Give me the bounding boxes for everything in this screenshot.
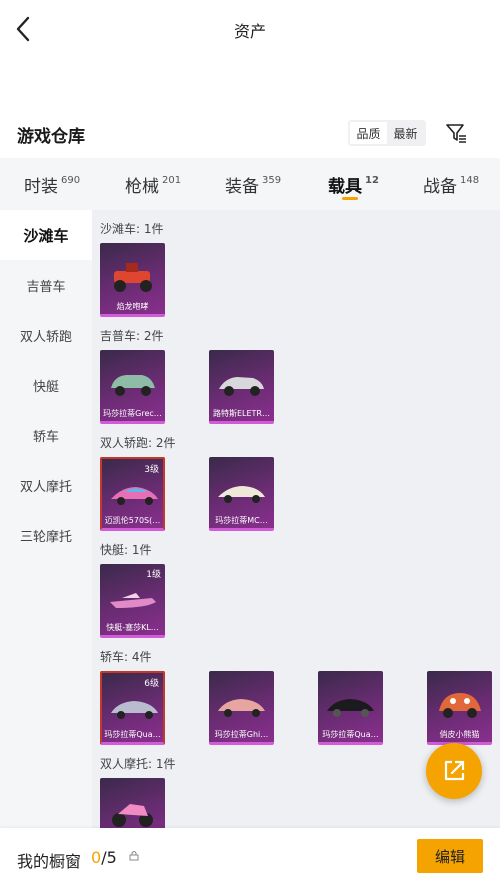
filter-icon[interactable]: [444, 121, 468, 145]
tab-count: 201: [162, 175, 182, 187]
page-title: 资产: [233, 22, 266, 41]
tab-label: 载具: [328, 177, 362, 197]
share-icon: [444, 760, 465, 781]
vehicle-name: 玛莎拉蒂Grec…: [103, 409, 162, 418]
beetle-car-icon: [439, 693, 481, 718]
sedan-icon: [111, 701, 158, 719]
vehicle-name: 玛莎拉蒂Ghi…: [214, 730, 269, 739]
vehicle-name: 玛莎拉蒂Qua…: [104, 730, 161, 739]
tab-count: 12: [365, 175, 379, 187]
edit-button[interactable]: 编辑: [417, 839, 483, 873]
sidebar-item-jeep[interactable]: 吉普车: [0, 260, 92, 310]
vehicle-name: 俏皮小熊猫: [439, 730, 480, 739]
tab-label: 装备: [225, 177, 259, 197]
showcase-count-total: /5: [101, 848, 117, 867]
tab-vehicles[interactable]: 载具 12: [328, 172, 379, 197]
tab-label: 时装: [24, 177, 58, 197]
sidebar-item-trike[interactable]: 三轮摩托: [0, 510, 92, 560]
warehouse-title: 游戏仓库: [17, 127, 85, 147]
sidebar-item-beach-buggy[interactable]: 沙滩车: [0, 210, 92, 260]
lock-icon: [129, 850, 139, 864]
sort-toggle: 品质 最新: [348, 120, 426, 146]
showcase-count-current: 0: [91, 848, 102, 867]
vehicle-card[interactable]: 俏皮小熊猫: [427, 671, 492, 745]
speedboat-icon: [110, 593, 156, 608]
tab-weapons[interactable]: 枪械 201: [125, 172, 181, 197]
tab-count: 148: [460, 175, 480, 187]
vehicle-card[interactable]: 玛莎拉蒂Ghi…: [209, 671, 274, 745]
vehicle-card[interactable]: 路特斯ELETR…: [209, 350, 274, 424]
tab-fashion[interactable]: 时装 690: [24, 172, 80, 197]
vehicle-name: 迈凯伦570S(…: [104, 516, 161, 525]
sedan-icon: [327, 699, 374, 717]
vehicle-type-sidebar: 沙滩车 吉普车 双人轿跑 快艇 轿车 双人摩托 三轮摩托: [0, 210, 92, 830]
vehicle-card[interactable]: 玛莎拉蒂MC…: [209, 457, 274, 531]
vehicle-name: 玛莎拉蒂Qua…: [322, 730, 379, 739]
motorbike-icon: [112, 804, 153, 827]
vehicle-card[interactable]: 焰龙咆哮: [100, 243, 165, 317]
sidebar-item-two-seat-motorbike[interactable]: 双人摩托: [0, 460, 92, 510]
bottom-bar: 我的橱窗 0/5 编辑: [0, 828, 500, 885]
vehicle-list: 沙滩车: 1件 焰龙咆哮 吉普车: 2件 玛莎拉蒂Grec… 路特斯ELETR……: [92, 210, 500, 830]
section-label: 双人摩托: 1件: [100, 757, 176, 771]
tab-label: 枪械: [125, 177, 159, 197]
category-tabs: 时装 690 枪械 201 装备 359 载具 12 战备 148: [0, 158, 500, 210]
showcase-count: 0/5: [91, 848, 117, 867]
section-label: 双人轿跑: 2件: [100, 436, 176, 450]
sort-quality-button[interactable]: 品质: [350, 122, 387, 144]
sedan-icon: [218, 699, 265, 717]
tab-count: 690: [61, 175, 81, 187]
vehicle-card[interactable]: 1级 快艇-塞莎KL…: [100, 564, 165, 638]
vehicle-name: 快艇-塞莎KL…: [106, 623, 159, 632]
tab-equipment[interactable]: 装备 359: [225, 172, 281, 197]
share-fab-button[interactable]: [426, 743, 482, 799]
vehicle-card[interactable]: 玛莎拉蒂Qua…: [318, 671, 383, 745]
sidebar-item-coupe[interactable]: 双人轿跑: [0, 310, 92, 360]
vehicle-card[interactable]: 6级 玛莎拉蒂Qua…: [100, 671, 165, 745]
section-label: 沙滩车: 1件: [100, 222, 164, 236]
vehicle-level: 1级: [146, 570, 161, 580]
vehicle-level: 3级: [144, 465, 159, 475]
sidebar-item-speedboat[interactable]: 快艇: [0, 360, 92, 410]
tab-combat-gear[interactable]: 战备 148: [423, 172, 479, 197]
section-label: 吉普车: 2件: [100, 329, 164, 343]
sort-latest-button[interactable]: 最新: [387, 122, 424, 144]
vehicle-level: 6级: [144, 679, 159, 689]
vehicle-name: 焰龙咆哮: [116, 302, 149, 311]
buggy-icon: [114, 263, 152, 292]
vehicle-card[interactable]: 玛莎拉蒂Grec…: [100, 350, 165, 424]
active-tab-indicator: [342, 197, 358, 200]
section-label: 轿车: 4件: [100, 650, 152, 664]
suv-icon: [219, 377, 264, 396]
suv-icon: [111, 375, 155, 396]
vehicle-name: 玛莎拉蒂MC…: [215, 516, 268, 525]
top-bar: 资产: [0, 0, 500, 58]
sports-car-icon: [111, 487, 158, 505]
sidebar-item-sedan[interactable]: 轿车: [0, 410, 92, 460]
vehicle-name: 路特斯ELETR…: [212, 409, 270, 418]
tab-label: 战备: [423, 177, 457, 197]
showcase-label: 我的橱窗: [17, 852, 82, 871]
sports-car-icon: [218, 486, 265, 503]
tab-count: 359: [262, 175, 282, 187]
vehicle-card[interactable]: 3级 迈凯伦570S(…: [100, 457, 165, 531]
section-label: 快艇: 1件: [100, 543, 152, 557]
vehicle-card[interactable]: [100, 778, 165, 830]
